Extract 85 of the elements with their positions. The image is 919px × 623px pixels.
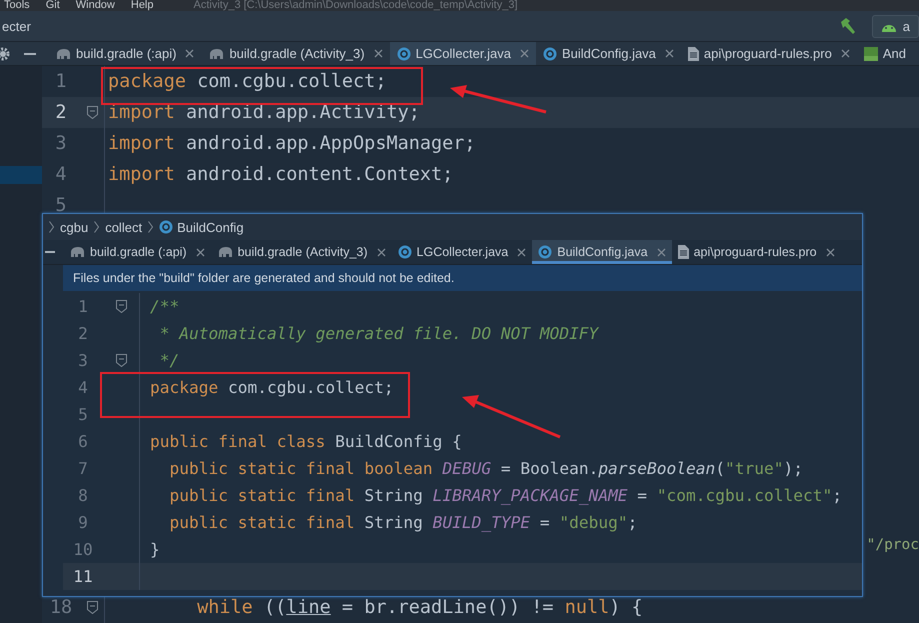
close-icon[interactable]	[196, 248, 205, 256]
editor-tab[interactable]: BuildConfig.java	[532, 240, 672, 264]
breadcrumb-item[interactable]: cgbu	[60, 220, 88, 234]
close-icon[interactable]	[656, 248, 666, 256]
code-line: * Automatically generated file. DO NOT MODIFY	[158, 324, 598, 343]
code-line: */	[158, 351, 180, 370]
line-number: 1	[77, 297, 89, 316]
class-icon	[396, 46, 411, 61]
code-line: public final class BuildConfig {	[150, 432, 462, 451]
line-number: 6	[77, 432, 89, 451]
code-line: public static final String LIBRARY_PACKAGE_NAME = "com.cgbu.collect";	[168, 486, 842, 505]
close-icon[interactable]	[374, 49, 383, 58]
file-name: ecter	[2, 18, 32, 34]
line-number: 18	[48, 597, 74, 618]
line-number: 2	[54, 102, 68, 124]
elephant-icon	[55, 48, 71, 60]
line-number: 10	[72, 540, 94, 559]
line-number: 1	[54, 71, 68, 92]
elephant-icon	[208, 48, 224, 60]
fold-icon	[86, 601, 98, 614]
close-icon[interactable]	[840, 49, 850, 58]
editor-tab[interactable]: api\proguard-rules.pro	[680, 42, 857, 66]
elephant-icon	[216, 246, 233, 258]
file-icon	[678, 245, 689, 259]
line-number: 8	[77, 486, 89, 505]
code-line: /**	[150, 297, 180, 316]
editor-tab[interactable]: LGCollecter.java	[390, 42, 536, 66]
code-line: }	[150, 540, 160, 559]
code-line: package com.cgbu.collect;	[108, 71, 386, 92]
breadcrumb-item[interactable]: BuildConfig	[159, 220, 244, 234]
fold-icon	[86, 106, 98, 120]
code-fragment: "/proc	[866, 536, 919, 553]
close-icon[interactable]	[826, 248, 835, 256]
close-icon[interactable]	[664, 49, 674, 58]
fold-icon	[116, 354, 126, 367]
file-icon	[688, 46, 699, 61]
line-number: 5	[77, 405, 89, 424]
manifest-icon	[864, 46, 878, 61]
code-line: import android.content.Context;	[108, 164, 454, 186]
close-icon[interactable]	[520, 49, 529, 58]
editor-tab[interactable]: LGCollecter.java	[392, 240, 532, 264]
editor-tab[interactable]: build.gradle (:api)	[63, 240, 211, 264]
menu-item[interactable]: Git	[46, 0, 60, 12]
menu-item[interactable]: Help	[130, 0, 154, 12]
class-icon	[538, 245, 552, 259]
line-number: 3	[54, 133, 68, 154]
class-icon	[398, 245, 412, 259]
line-number: 3	[77, 351, 89, 370]
elephant-icon	[69, 246, 85, 258]
line-number: 4	[77, 378, 89, 397]
minimize-icon[interactable]	[24, 52, 36, 55]
menu-item[interactable]: Tools	[4, 0, 30, 12]
run-config-dropdown[interactable]: a	[872, 14, 919, 38]
line-number: 9	[77, 513, 89, 532]
code-line: while ((line = br.readLine()) != null) {	[196, 597, 643, 618]
editor-tab[interactable]: build.gradle (Activity_3)	[210, 240, 392, 264]
window-title: Activity_3 [C:\Users\admin\Downloads\code\code_temp\Activity_3]	[194, 0, 518, 12]
line-number: 7	[77, 459, 89, 478]
code-line: public static final String BUILD_TYPE = "debug";	[168, 513, 638, 532]
line-number: 5	[54, 195, 68, 216]
code-line: public static final boolean DEBUG = Boolean.parseBoolean("true");	[168, 459, 803, 478]
chevron-icon	[94, 221, 100, 233]
code-line: package com.cgbu.collect;	[150, 378, 394, 397]
close-icon[interactable]	[517, 248, 526, 256]
editor-tab[interactable]: api\proguard-rules.pro	[672, 240, 841, 264]
class-icon	[159, 220, 174, 234]
class-icon	[542, 46, 557, 61]
menu-item[interactable]: Window	[76, 0, 115, 12]
code-line: import android.app.AppOpsManager;	[108, 133, 476, 154]
close-icon[interactable]	[185, 49, 194, 58]
notice-banner: Files under the "build" folder are generated and should not be edited.	[63, 265, 862, 291]
code-line: import android.app.Activity;	[108, 102, 420, 124]
fold-icon	[116, 300, 126, 313]
line-number: 2	[77, 324, 89, 343]
breadcrumb-item[interactable]: collect	[105, 220, 142, 234]
line-number: 11	[72, 567, 94, 586]
chevron-icon	[148, 221, 154, 233]
editor-tab[interactable]: And	[856, 42, 913, 66]
editor-tab[interactable]: BuildConfig.java	[536, 42, 681, 66]
chevron-icon	[49, 221, 54, 233]
close-icon[interactable]	[376, 248, 386, 256]
editor-tab[interactable]: build.gradle (Activity_3)	[201, 42, 390, 66]
line-number: 4	[54, 164, 68, 186]
editor-tab[interactable]: build.gradle (:api)	[48, 42, 202, 66]
settings-icon[interactable]	[0, 46, 10, 61]
